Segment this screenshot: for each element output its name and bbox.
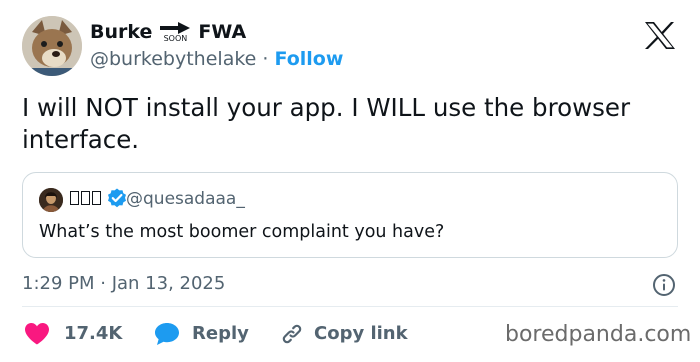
copy-link-button[interactable]: Copy link bbox=[280, 322, 408, 346]
glyph-box bbox=[81, 191, 90, 205]
reply-label: Reply bbox=[192, 323, 249, 344]
author-avatar[interactable] bbox=[22, 16, 82, 76]
watermark: boredpanda.com bbox=[505, 322, 692, 347]
soon-label: SOON bbox=[163, 33, 188, 43]
separator-dot: · bbox=[262, 48, 269, 70]
quoted-tweet[interactable]: @quesadaaa_ What’s the most boomer compl… bbox=[22, 172, 678, 258]
quoted-author-avatar bbox=[39, 188, 63, 212]
tweet-timestamp[interactable]: 1:29 PM · Jan 13, 2025 bbox=[22, 272, 225, 296]
heart-icon bbox=[25, 323, 49, 345]
author-handle[interactable]: @burkebythelake bbox=[90, 48, 256, 70]
like-count: 17.4K bbox=[64, 323, 123, 344]
author-name[interactable]: Burke SOON FWA bbox=[90, 20, 246, 44]
verified-badge-icon bbox=[108, 188, 126, 208]
glyph-box bbox=[92, 191, 101, 205]
glyph-box bbox=[70, 191, 79, 205]
reply-button[interactable]: Reply bbox=[154, 322, 249, 346]
quoted-author-handle: @quesadaaa_ bbox=[126, 189, 245, 209]
author-handle-row: @burkebythelake · Follow bbox=[90, 47, 343, 71]
speech-bubble-icon bbox=[155, 323, 179, 345]
like-button[interactable]: 17.4K bbox=[24, 322, 122, 346]
x-logo-icon[interactable] bbox=[645, 22, 675, 49]
tweet-text: I will NOT install your app. I WILL use … bbox=[22, 93, 631, 154]
copy-link-label: Copy link bbox=[314, 323, 408, 344]
quoted-author-name bbox=[70, 188, 127, 208]
link-icon bbox=[282, 324, 302, 344]
soon-arrow-icon: SOON bbox=[158, 21, 192, 43]
quoted-tweet-text: What’s the most boomer complaint you hav… bbox=[39, 222, 445, 242]
author-name-right: FWA bbox=[198, 21, 247, 43]
info-icon[interactable] bbox=[652, 273, 676, 301]
divider bbox=[22, 306, 678, 307]
follow-button[interactable]: Follow bbox=[275, 48, 344, 70]
author-name-left: Burke bbox=[90, 21, 153, 43]
